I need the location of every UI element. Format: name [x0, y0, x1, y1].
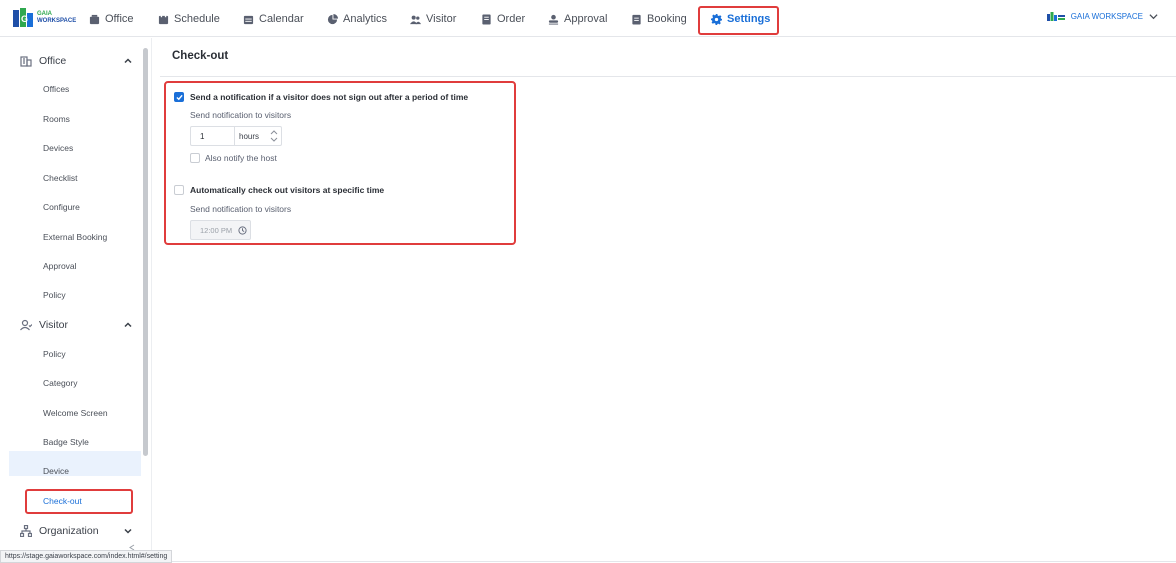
logo-wordmark: GAIA WORKSPACE — [37, 11, 76, 25]
auto-checkout-sub-label: Send notification to visitors — [190, 204, 292, 214]
sidebar-item-rooms[interactable]: Rooms — [43, 113, 70, 125]
svg-text:G: G — [21, 14, 28, 24]
sidebar-section-organization-label: Organization — [39, 525, 99, 537]
chevron-up-icon — [124, 322, 132, 328]
workspace-switcher[interactable]: GAIA WORKSPACE — [1046, 12, 1158, 21]
nav-visitor-label: Visitor — [426, 13, 457, 25]
sidebar-section-visitor[interactable]: Visitor — [20, 316, 132, 334]
nav-calendar[interactable]: Calendar — [243, 10, 304, 28]
sidebar-item-badge-style[interactable]: Badge Style — [43, 436, 89, 448]
nav-office[interactable]: Office — [89, 10, 134, 28]
page-title: Check-out — [172, 50, 229, 62]
nav-booking[interactable]: Booking — [631, 10, 687, 28]
checkout-time-value: 12:00 PM — [200, 226, 233, 235]
stepper-separator — [234, 127, 235, 145]
sidebar-item-visitor-policy[interactable]: Policy — [43, 348, 66, 360]
notify-visitor-sub-label: Send notification to visitors — [190, 110, 292, 120]
auto-checkout-label: Automatically check out visitors at spec… — [190, 185, 385, 195]
sidebar-item-external-booking[interactable]: External Booking — [43, 231, 107, 243]
sidebar-item-devices[interactable]: Devices — [43, 142, 73, 154]
sidebar-item-device[interactable]: Device — [43, 465, 69, 477]
notify-host-label: Also notify the host — [205, 153, 277, 163]
sidebar-section-organization[interactable]: Organization — [20, 522, 132, 540]
sidebar-item-category[interactable]: Category — [43, 377, 78, 389]
workspace-logo-icon — [1046, 12, 1065, 21]
chevron-up-icon — [124, 58, 132, 64]
nav-approval[interactable]: Approval — [548, 10, 607, 28]
organization-icon — [20, 525, 32, 537]
calendar-icon — [243, 15, 254, 24]
logo-text-line1: GAIA — [37, 11, 52, 17]
sidebar-section-office[interactable]: Office — [20, 52, 132, 70]
auto-checkout-checkbox[interactable] — [174, 185, 184, 195]
nav-calendar-label: Calendar — [259, 13, 304, 25]
logo-text-line2: WORKSPACE — [37, 18, 77, 24]
chevron-down-icon — [124, 528, 132, 534]
settings-highlight-box — [698, 6, 779, 35]
checkout-time-picker[interactable]: 12:00 PM — [190, 220, 251, 240]
nav-schedule-label: Schedule — [174, 13, 220, 25]
office-icon — [89, 14, 100, 24]
sidebar-item-welcome-screen[interactable]: Welcome Screen — [43, 407, 108, 419]
booking-icon — [632, 14, 641, 25]
sidebar-section-office-label: Office — [39, 55, 67, 67]
nav-office-label: Office — [105, 13, 134, 25]
nav-schedule[interactable]: Schedule — [158, 10, 220, 28]
sidebar-item-configure[interactable]: Configure — [43, 201, 80, 213]
schedule-icon — [158, 13, 169, 24]
approval-icon — [548, 14, 559, 25]
title-divider — [160, 76, 1176, 77]
settings-sidebar: Office Offices Rooms Devices Checklist C… — [0, 38, 152, 550]
logo-mark-icon: G — [13, 8, 33, 27]
up-down-arrows-icon[interactable] — [269, 128, 279, 144]
clock-icon — [238, 226, 247, 235]
nav-order-label: Order — [497, 13, 526, 25]
nav-analytics-label: Analytics — [343, 13, 388, 25]
hours-value[interactable]: 1 — [200, 132, 204, 141]
sidebar-section-visitor-label: Visitor — [39, 319, 68, 331]
workspace-label: GAIA WORKSPACE — [1070, 12, 1143, 21]
check-out-highlight-box — [25, 489, 133, 514]
sidebar-item-checklist[interactable]: Checklist — [43, 172, 77, 184]
hours-stepper[interactable]: 1 hours — [190, 126, 282, 146]
nav-order[interactable]: Order — [481, 10, 525, 28]
building-icon — [20, 56, 32, 67]
visitor-user-icon — [20, 319, 32, 331]
notify-host-checkbox[interactable] — [190, 153, 200, 163]
visitor-icon — [410, 15, 421, 24]
stepper-arrows[interactable] — [269, 128, 279, 144]
chevron-down-icon — [1149, 14, 1158, 20]
bottom-border — [0, 561, 1176, 562]
sidebar-item-offices[interactable]: Offices — [43, 83, 69, 95]
notify-visitor-label: Send a notification if a visitor does no… — [190, 92, 469, 102]
app-logo[interactable]: G GAIA WORKSPACE — [13, 8, 76, 29]
analytics-icon — [327, 13, 338, 24]
hours-unit: hours — [239, 132, 260, 141]
order-icon — [482, 13, 491, 25]
top-navigation-bar: G GAIA WORKSPACE Office Schedule Calenda… — [0, 0, 1176, 37]
nav-approval-label: Approval — [564, 13, 608, 25]
active-item-background — [9, 451, 141, 476]
notify-visitor-checkbox[interactable] — [174, 92, 184, 102]
nav-visitor[interactable]: Visitor — [410, 10, 456, 28]
nav-booking-label: Booking — [647, 13, 687, 25]
sidebar-item-office-policy[interactable]: Policy — [43, 289, 66, 301]
sidebar-item-office-approval[interactable]: Approval — [43, 260, 77, 272]
nav-analytics[interactable]: Analytics — [327, 10, 387, 28]
sidebar-scrollbar[interactable] — [143, 48, 148, 456]
browser-status-url: https://stage.gaiaworkspace.com/index.ht… — [0, 550, 173, 563]
checkmark-icon — [176, 94, 183, 101]
